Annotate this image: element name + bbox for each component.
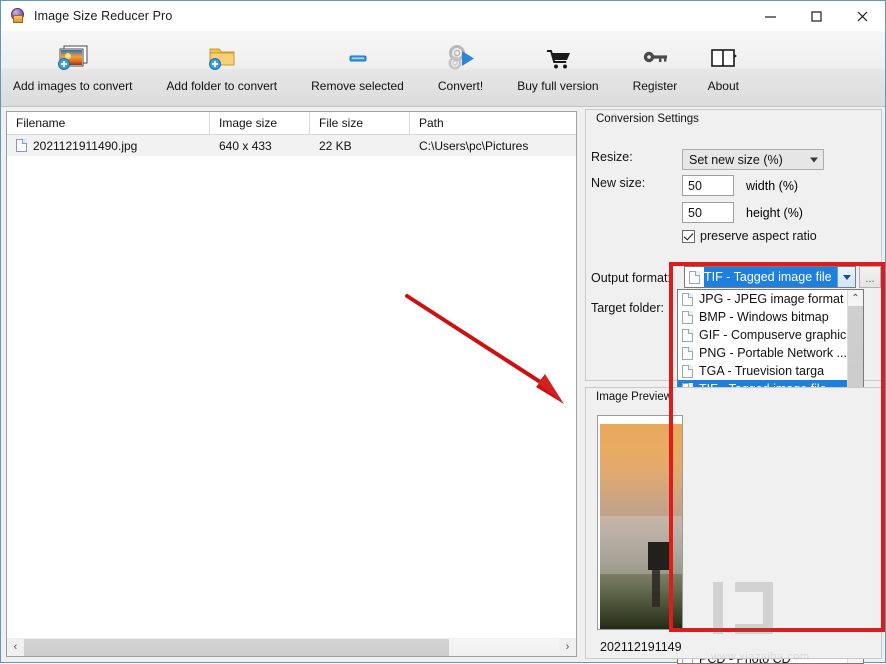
cell-path: C:\Users\pc\Pictures — [410, 135, 576, 156]
toolbar-label: Add folder to convert — [166, 79, 277, 93]
key-icon — [639, 39, 671, 77]
conversion-settings-title: Conversion Settings — [594, 113, 701, 125]
dropdown-item[interactable]: JPG - JPEG image format — [678, 290, 848, 308]
file-icon — [682, 311, 693, 324]
image-preview-panel: Image Preview 202112191149 — [585, 387, 882, 659]
book-icon — [707, 39, 739, 77]
resize-label: Resize: — [591, 150, 633, 164]
file-icon — [682, 293, 693, 306]
height-unit-label: height (%) — [746, 206, 803, 220]
output-format-value: TIF - Tagged image file — [704, 267, 837, 287]
app-globe-box-icon — [10, 8, 26, 24]
file-list-view[interactable]: Filename Image size File size Path 20211… — [6, 111, 577, 639]
output-format-combobox[interactable]: TIF - Tagged image file — [684, 266, 856, 288]
resize-mode-combobox[interactable]: Set new size (%) — [682, 149, 824, 170]
toolbar-label: About — [708, 79, 739, 93]
cell-file-size: 22 KB — [310, 135, 410, 156]
register-button[interactable]: Register — [625, 31, 686, 105]
file-icon — [682, 365, 693, 378]
toolbar-label: Register — [633, 79, 678, 93]
height-input[interactable]: 50 — [682, 202, 734, 223]
scrollbar-track[interactable] — [24, 639, 559, 656]
chevron-down-icon — [810, 157, 818, 162]
dropdown-item[interactable]: PNG - Portable Network ... — [678, 344, 848, 362]
dropdown-item[interactable]: BMP - Windows bitmap — [678, 308, 848, 326]
scroll-left-arrow-icon[interactable]: ‹ — [7, 639, 24, 656]
convert-button[interactable]: Convert! — [430, 31, 491, 105]
preserve-aspect-ratio-label: preserve aspect ratio — [700, 229, 817, 243]
remove-selected-button[interactable]: Remove selected — [303, 31, 412, 105]
main-toolbar: Add images to convert Add folder to conv… — [1, 31, 885, 107]
add-folder-to-convert-button[interactable]: Add folder to convert — [158, 31, 285, 105]
browse-output-button[interactable]: ... — [859, 266, 881, 288]
column-header-image-size[interactable]: Image size — [210, 112, 310, 134]
preview-image-frame — [597, 415, 683, 630]
add-image-icon — [55, 39, 91, 77]
preview-image — [600, 424, 682, 629]
width-input[interactable]: 50 — [682, 175, 734, 196]
toolbar-label: Convert! — [438, 79, 483, 93]
minimize-button[interactable] — [747, 1, 793, 31]
cell-filename-text: 2021121911490.jpg — [33, 139, 137, 153]
table-row[interactable]: 2021121911490.jpg 640 x 433 22 KB C:\Use… — [7, 135, 576, 156]
new-size-label: New size: — [591, 176, 645, 190]
window-controls — [747, 1, 885, 31]
toolbar-label: Buy full version — [517, 79, 598, 93]
file-list-header: Filename Image size File size Path — [7, 112, 576, 135]
file-icon — [682, 347, 693, 360]
buy-full-version-button[interactable]: Buy full version — [509, 31, 606, 105]
dropdown-item-label: TGA - Truevision targa — [699, 364, 824, 378]
resize-mode-value: Set new size (%) — [689, 153, 783, 167]
about-button[interactable]: About — [699, 31, 747, 105]
maximize-button[interactable] — [793, 1, 839, 31]
remove-icon — [341, 39, 375, 77]
preserve-aspect-ratio-checkbox[interactable]: preserve aspect ratio — [682, 229, 817, 243]
add-folder-icon — [204, 39, 240, 77]
chevron-down-icon — [843, 275, 851, 280]
target-folder-label: Target folder: — [591, 301, 664, 315]
checkbox-checkmark-icon — [682, 230, 695, 243]
gears-play-icon — [444, 39, 478, 77]
scroll-right-arrow-icon[interactable]: › — [559, 639, 576, 656]
title-bar: Image Size Reducer Pro — [1, 1, 885, 31]
cell-image-size: 640 x 433 — [210, 135, 310, 156]
width-unit-label: width (%) — [746, 179, 798, 193]
cell-filename: 2021121911490.jpg — [7, 135, 210, 156]
add-images-to-convert-button[interactable]: Add images to convert — [5, 31, 140, 105]
image-preview-title: Image Preview — [594, 391, 674, 403]
window-title: Image Size Reducer Pro — [34, 9, 172, 23]
dropdown-item[interactable]: TGA - Truevision targa — [678, 362, 848, 380]
dropdown-item[interactable]: GIF - Compuserve graphics — [678, 326, 848, 344]
scrollbar-thumb[interactable] — [24, 639, 449, 656]
preview-filename: 202112191149 — [600, 640, 682, 654]
file-list-horizontal-scrollbar[interactable]: ‹ › — [6, 638, 577, 657]
column-header-file-size[interactable]: File size — [310, 112, 410, 134]
file-icon — [682, 329, 693, 342]
output-format-dropdown-arrow[interactable] — [837, 267, 855, 287]
dropdown-item-label: PNG - Portable Network ... — [699, 346, 847, 360]
scroll-up-arrow-icon[interactable]: ⌃ — [848, 290, 863, 306]
close-button[interactable] — [839, 1, 885, 31]
file-icon — [689, 271, 700, 284]
toolbar-label: Remove selected — [311, 79, 404, 93]
column-header-filename[interactable]: Filename — [7, 112, 210, 134]
toolbar-label: Add images to convert — [13, 79, 132, 93]
dropdown-item-label: BMP - Windows bitmap — [699, 310, 829, 324]
dropdown-item-label: JPG - JPEG image format — [699, 292, 843, 306]
dropdown-item-label: GIF - Compuserve graphics — [699, 328, 853, 342]
file-icon — [16, 139, 27, 152]
output-format-label: Output format: — [591, 271, 671, 285]
shopping-cart-icon — [543, 39, 573, 77]
column-header-path[interactable]: Path — [410, 112, 576, 134]
application-window: Image Size Reducer Pro — [0, 0, 886, 663]
